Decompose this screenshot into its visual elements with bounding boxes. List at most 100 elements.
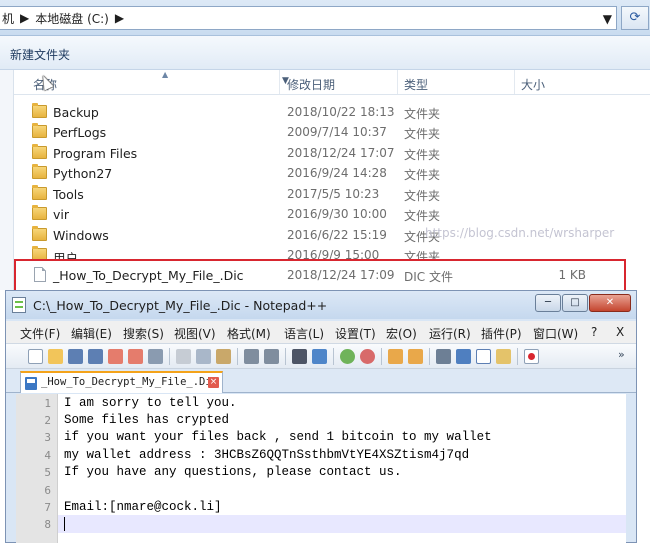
save-icon[interactable]	[68, 349, 83, 364]
undo-icon[interactable]	[244, 349, 259, 364]
new-folder-button[interactable]: 新建文件夹	[10, 46, 70, 63]
code-line: Some files has crypted	[64, 413, 230, 427]
toolbar-overflow-icon[interactable]: »	[618, 348, 625, 361]
paste-icon[interactable]	[216, 349, 231, 364]
file-type: 文件夹	[404, 209, 441, 223]
file-row[interactable]: Backup 2018/10/22 18:13 文件夹	[14, 102, 650, 122]
file-row[interactable]: PerfLogs 2009/7/14 10:37 文件夹	[14, 122, 650, 142]
menu-search[interactable]: 搜索(S)	[123, 325, 164, 342]
close-button[interactable]: ✕	[589, 294, 631, 312]
column-size[interactable]: 大小	[521, 76, 545, 93]
redo-icon[interactable]	[264, 349, 279, 364]
sync-horizontal-icon[interactable]	[408, 349, 423, 364]
file-row[interactable]: 用户 2016/9/9 15:00 文件夹	[14, 245, 650, 259]
file-date: 2018/10/22 18:13	[287, 105, 395, 119]
menu-settings[interactable]: 设置(T)	[335, 325, 376, 342]
column-header: ▲ 名称 ▼ 修改日期 类型 大小	[14, 70, 650, 95]
menu-edit[interactable]: 编辑(E)	[71, 325, 112, 342]
file-name: Windows	[53, 228, 109, 243]
toolbar-divider	[237, 348, 238, 365]
column-divider[interactable]	[397, 70, 398, 94]
column-divider[interactable]	[279, 70, 280, 94]
file-row[interactable]: Python27 2016/9/24 14:28 文件夹	[14, 163, 650, 183]
column-divider[interactable]	[514, 70, 515, 94]
close-file-icon[interactable]	[108, 349, 123, 364]
breadcrumb-arrow-icon[interactable]: ▶	[115, 11, 124, 25]
toolbar-divider	[285, 348, 286, 365]
chevron-down-icon[interactable]: ▼	[603, 12, 612, 26]
tab-label: _How_To_Decrypt_My_File_.Dic	[41, 376, 219, 388]
refresh-icon: ⟳	[629, 10, 641, 25]
folder-icon	[32, 164, 47, 179]
tab-strip: _How_To_Decrypt_My_File_.Dic ×	[6, 369, 636, 393]
menu-bar: 文件(F) 编辑(E) 搜索(S) 视图(V) 格式(M) 语言(L) 设置(T…	[6, 321, 636, 343]
code-line: If you have any questions, please contac…	[64, 465, 402, 479]
copy-icon[interactable]	[196, 349, 211, 364]
tab-close-icon[interactable]: ×	[208, 377, 219, 388]
menu-run[interactable]: 运行(R)	[429, 325, 471, 342]
save-all-icon[interactable]	[88, 349, 103, 364]
close-all-icon[interactable]	[128, 349, 143, 364]
command-bar: 新建文件夹	[0, 36, 650, 70]
line-number: 1	[44, 397, 51, 410]
file-name: Program Files	[53, 146, 138, 161]
menu-view[interactable]: 视图(V)	[174, 325, 216, 342]
file-row[interactable]: Program Files 2018/12/24 17:07 文件夹	[14, 143, 650, 163]
editor-area[interactable]: 1 2 3 4 5 6 7 8 I am sorry to tell you. …	[16, 394, 626, 543]
code-line: Email:[nmare@cock.li]	[64, 500, 222, 514]
menu-language[interactable]: 语言(L)	[284, 325, 324, 342]
text-caret	[64, 517, 65, 531]
menu-close-doc[interactable]: X	[616, 325, 624, 339]
toolbar-divider	[333, 348, 334, 365]
print-icon[interactable]	[148, 349, 163, 364]
breadcrumb-local-disk[interactable]: 本地磁盘 (C:)	[35, 10, 109, 27]
show-all-chars-icon[interactable]	[456, 349, 471, 364]
address-bar[interactable]: 机 ▶ 本地磁盘 (C:) ▶ ▼	[0, 6, 617, 30]
file-row[interactable]: Tools 2017/5/5 10:23 文件夹	[14, 184, 650, 204]
line-number: 4	[44, 449, 51, 462]
menu-file[interactable]: 文件(F)	[20, 325, 60, 342]
file-name: Tools	[53, 187, 84, 202]
title-bar[interactable]: C:\_How_To_Decrypt_My_File_.Dic - Notepa…	[6, 291, 636, 319]
file-type: 文件夹	[404, 148, 441, 162]
address-bar-area: 机 ▶ 本地磁盘 (C:) ▶ ▼ ⟳	[0, 0, 650, 36]
cut-icon[interactable]	[176, 349, 191, 364]
zoom-in-icon[interactable]	[340, 349, 355, 364]
menu-format[interactable]: 格式(M)	[227, 325, 271, 342]
file-date: 2018/12/24 17:07	[287, 146, 395, 160]
line-number: 6	[44, 484, 51, 497]
maximize-button[interactable]: □	[562, 294, 588, 312]
zoom-out-icon[interactable]	[360, 349, 375, 364]
minimize-button[interactable]: ─	[535, 294, 561, 312]
line-number: 7	[44, 501, 51, 514]
tab-ransom-note[interactable]: _How_To_Decrypt_My_File_.Dic ×	[20, 371, 223, 393]
file-name: Python27	[53, 166, 113, 181]
line-number: 2	[44, 414, 51, 427]
replace-icon[interactable]	[312, 349, 327, 364]
column-date[interactable]: 修改日期	[287, 76, 335, 93]
open-file-icon[interactable]	[48, 349, 63, 364]
indent-guide-icon[interactable]	[476, 349, 491, 364]
folder-icon	[32, 246, 47, 259]
record-dot-icon	[528, 353, 535, 360]
menu-plugins[interactable]: 插件(P)	[481, 325, 522, 342]
menu-macro[interactable]: 宏(O)	[386, 325, 417, 342]
menu-window[interactable]: 窗口(W)	[533, 325, 578, 342]
find-icon[interactable]	[292, 349, 307, 364]
new-file-icon[interactable]	[28, 349, 43, 364]
toolbar-divider	[381, 348, 382, 365]
menu-help[interactable]: ?	[591, 325, 597, 339]
file-row[interactable]: vir 2016/9/30 10:00 文件夹	[14, 204, 650, 224]
refresh-button[interactable]: ⟳	[621, 6, 649, 30]
code-line: my wallet address : 3HCBsZ6QQTnSsthbmVtY…	[64, 448, 470, 462]
sync-vertical-icon[interactable]	[388, 349, 403, 364]
navigation-pane[interactable]	[0, 70, 14, 290]
file-type: 文件夹	[404, 250, 441, 259]
breadcrumb-arrow-icon[interactable]: ▶	[20, 11, 29, 25]
saved-file-icon	[25, 377, 37, 390]
file-name: PerfLogs	[53, 125, 107, 140]
column-type[interactable]: 类型	[404, 76, 428, 93]
file-type: 文件夹	[404, 189, 441, 203]
doc-map-icon[interactable]	[496, 349, 511, 364]
word-wrap-icon[interactable]	[436, 349, 451, 364]
